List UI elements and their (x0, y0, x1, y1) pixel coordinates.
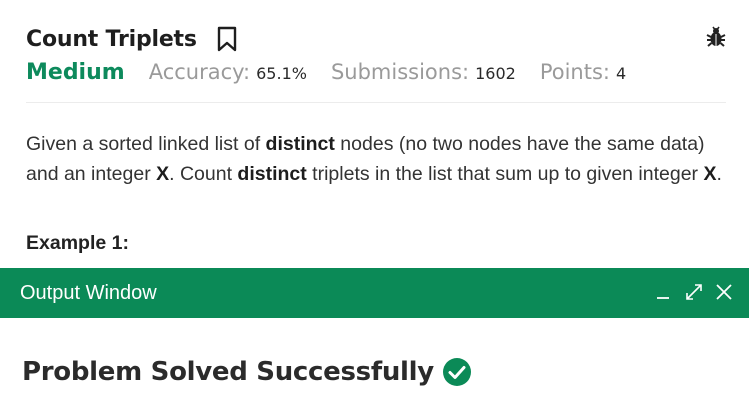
points-value: 4 (616, 64, 627, 83)
problem-header: Count Triplets Medium Accuracy: 65.1% Su… (26, 22, 726, 92)
difficulty-label: Medium (26, 60, 125, 85)
bug-icon[interactable] (706, 26, 726, 48)
description-text: triplets in the list that sum up to give… (306, 162, 704, 185)
description-bold: distinct (265, 133, 335, 155)
submissions-value: 1602 (475, 64, 516, 83)
success-text: Problem Solved Successfully (22, 357, 434, 387)
accuracy-value: 65.1% (256, 64, 307, 83)
expand-icon[interactable] (683, 281, 705, 303)
header-divider (26, 102, 726, 103)
description-text: . Count (169, 162, 238, 185)
output-window-title: Output Window (20, 281, 157, 304)
description-text: Given a sorted linked list of (26, 133, 266, 155)
problem-title: Count Triplets (26, 26, 197, 52)
submissions-label: Submissions: (330, 60, 470, 84)
close-icon[interactable] (713, 281, 735, 303)
problem-description: Given a sorted linked list of distinct n… (26, 130, 731, 189)
success-message: Problem Solved Successfully (22, 357, 472, 387)
description-bold: X (156, 162, 170, 185)
title-row: Count Triplets (26, 22, 726, 56)
points-label: Points: (539, 60, 610, 84)
description-text: . (716, 162, 722, 185)
minimize-icon[interactable] (653, 281, 675, 303)
problem-meta: Medium Accuracy: 65.1% Submissions: 1602… (26, 60, 726, 92)
example-heading: Example 1: (26, 232, 129, 254)
accuracy-label: Accuracy: (148, 60, 251, 84)
description-bold: X (703, 162, 717, 185)
bookmark-icon[interactable] (217, 26, 237, 52)
window-controls (645, 281, 735, 303)
check-circle-icon (442, 358, 471, 386)
description-bold: distinct (237, 162, 307, 185)
output-window-bar: Output Window (0, 268, 749, 318)
